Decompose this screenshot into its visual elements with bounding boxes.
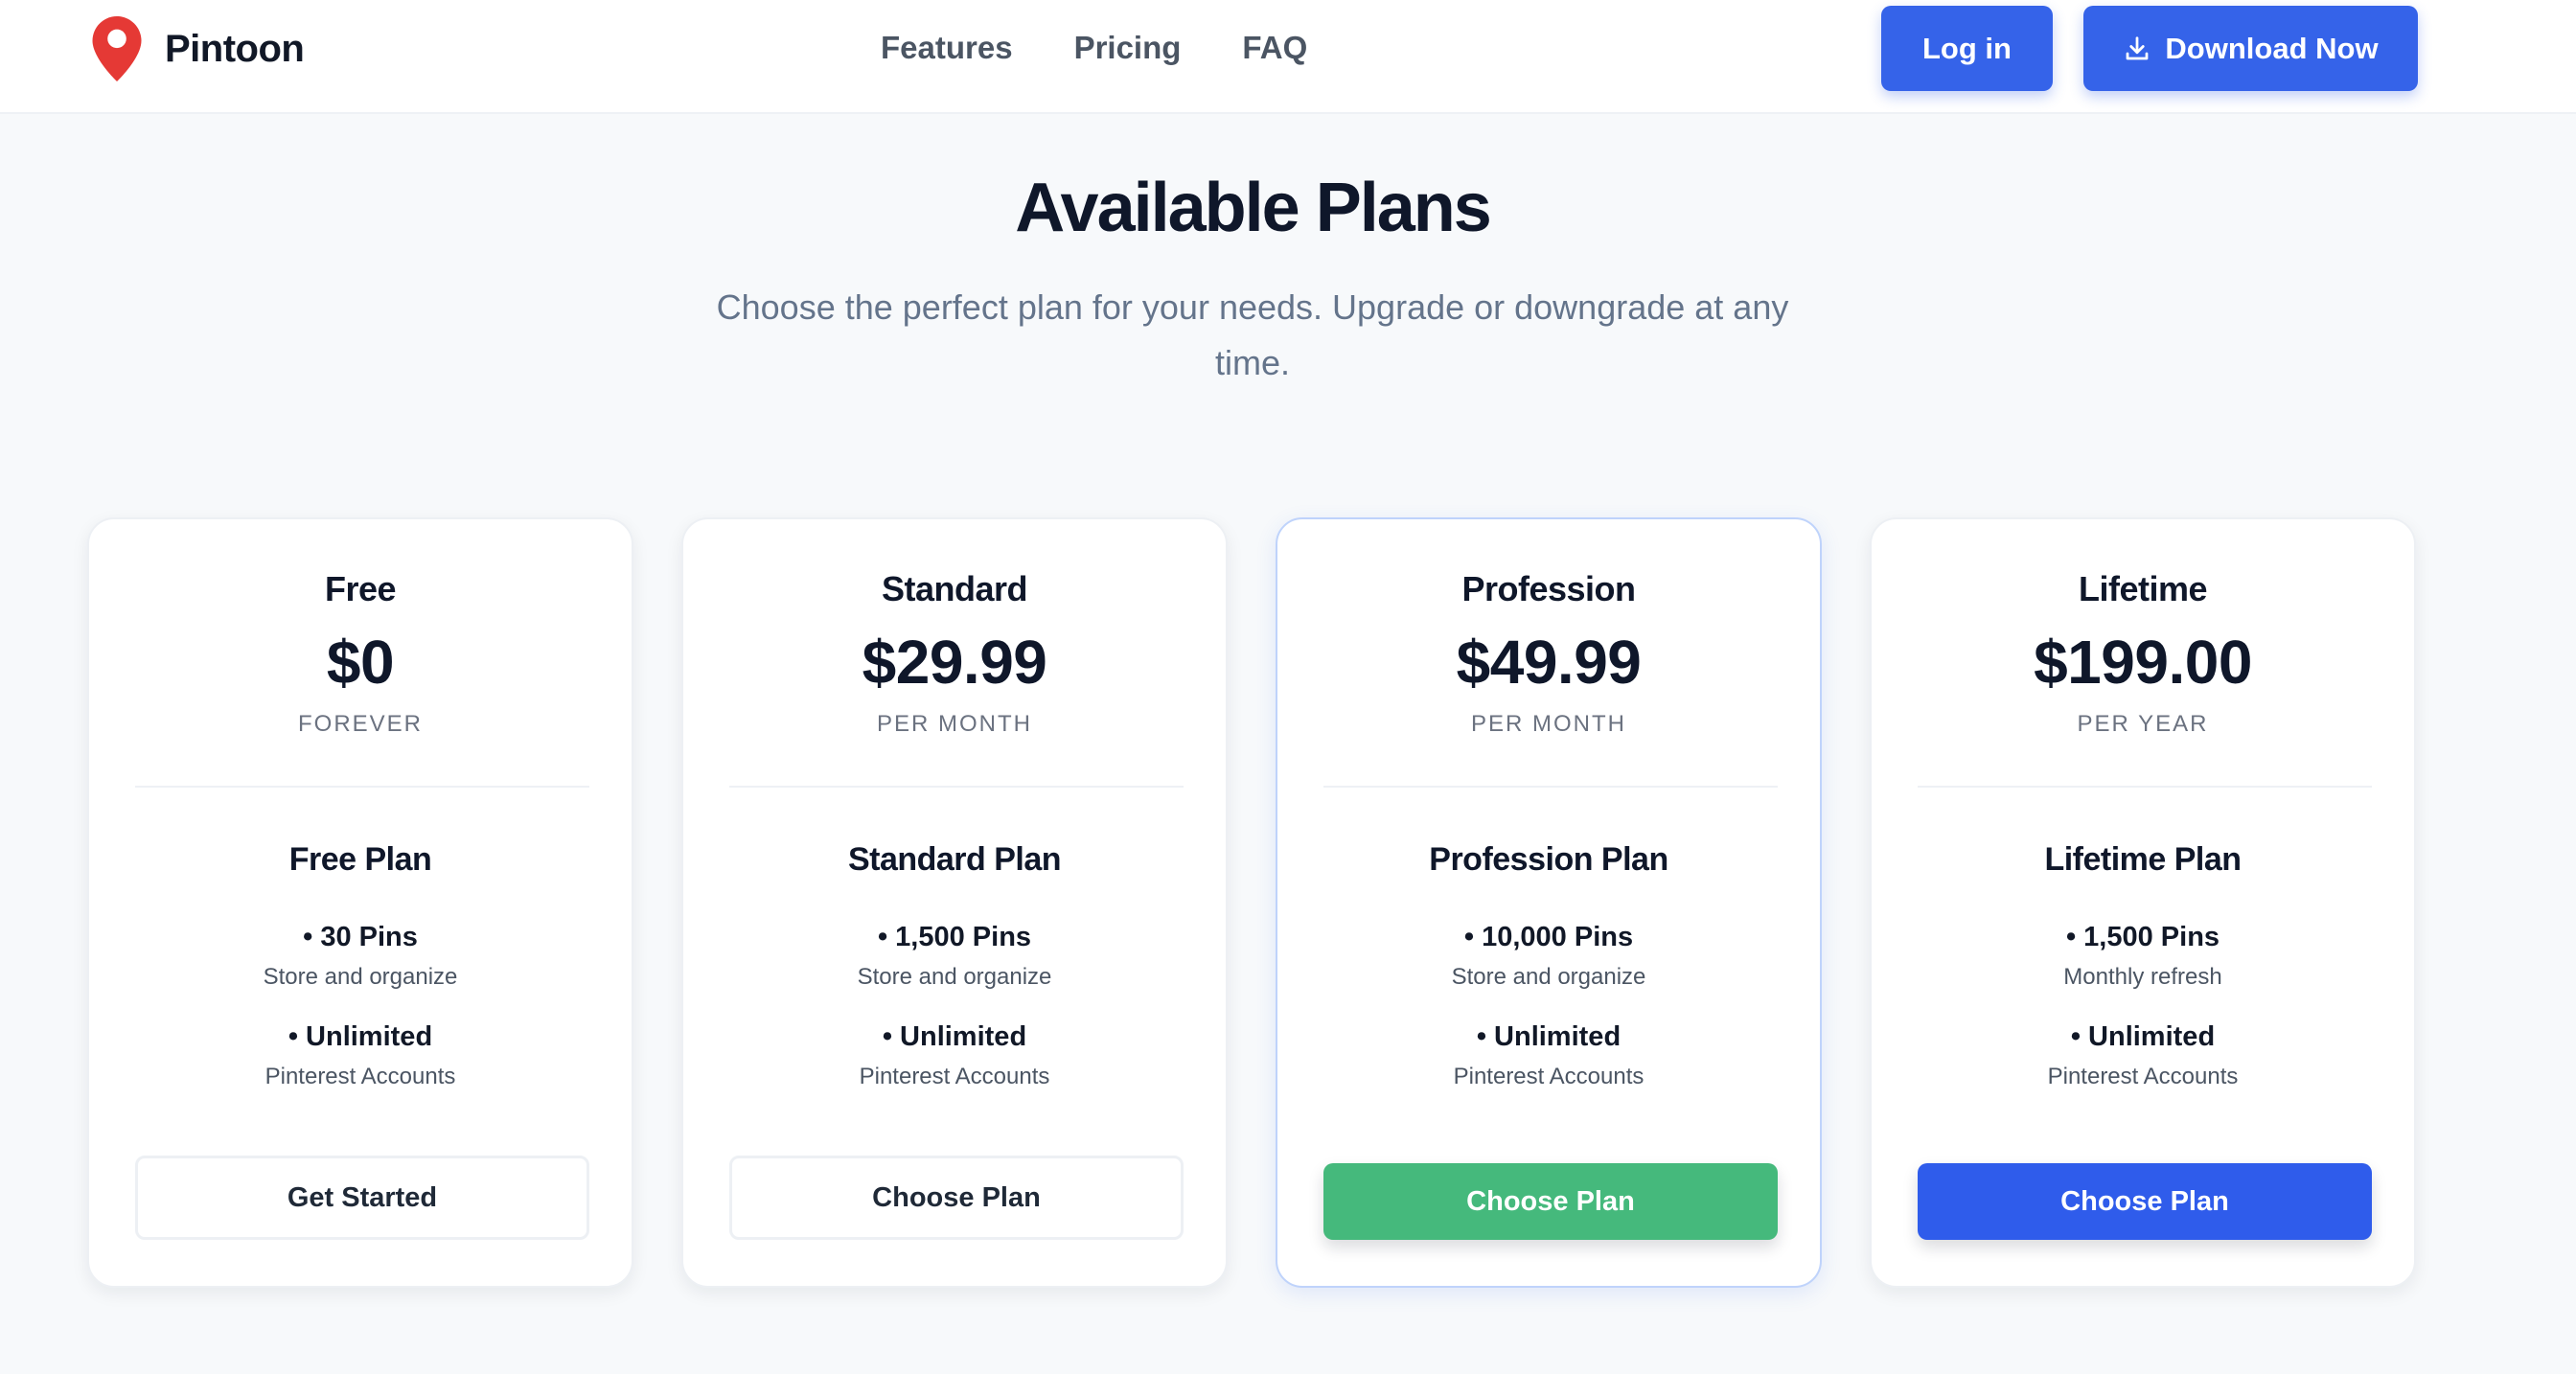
plan-period: FOREVER <box>297 711 423 737</box>
feature-title: • 30 Pins <box>303 922 418 952</box>
plan-card-lifetime: Lifetime $199.00 PER YEAR Lifetime Plan … <box>1870 517 2416 1288</box>
page-title: Available Plans <box>1015 170 1492 246</box>
page-subtitle: Choose the perfect plan for your needs. … <box>716 287 1789 382</box>
divider <box>729 786 1184 788</box>
feature-description: Monthly refresh <box>2063 964 2222 990</box>
feature-title: • Unlimited <box>2070 1021 2216 1052</box>
choose-plan-button-lifetime[interactable]: Choose Plan <box>1918 1163 2372 1240</box>
feature-title: • 10,000 Pins <box>1463 922 1634 952</box>
plan-title: Lifetime Plan <box>2044 841 2242 878</box>
nav-features[interactable]: Features <box>881 30 1013 66</box>
download-button[interactable]: Download Now <box>2083 6 2418 91</box>
plan-price: $49.99 <box>1456 628 1642 697</box>
divider <box>1323 786 1778 788</box>
login-button[interactable]: Log in <box>1881 6 2053 91</box>
feature-title: • 1,500 Pins <box>877 922 1032 952</box>
divider <box>135 786 589 788</box>
feature-description: Pinterest Accounts <box>859 1064 1050 1089</box>
feature-title: • 1,500 Pins <box>2065 922 2220 952</box>
plan-title: Free Plan <box>288 841 432 878</box>
plan-card-standard: Standard $29.99 PER MONTH Standard Plan … <box>681 517 1228 1288</box>
get-started-button[interactable]: Get Started <box>135 1156 589 1240</box>
brand-name: Pintoon <box>165 27 305 70</box>
plan-name: Lifetime <box>2078 569 2208 608</box>
choose-plan-button-profession[interactable]: Choose Plan <box>1323 1163 1778 1240</box>
feature-title: • Unlimited <box>288 1021 433 1052</box>
plan-price: $0 <box>326 628 395 697</box>
plan-card-free: Free $0 FOREVER Free Plan • 30 Pins Stor… <box>87 517 633 1288</box>
plan-name: Standard <box>881 569 1028 608</box>
plan-name: Profession <box>1461 569 1636 608</box>
feature-description: Store and organize <box>1451 964 1646 990</box>
feature-description: Store and organize <box>263 964 458 990</box>
nav-faq[interactable]: FAQ <box>1242 30 1307 66</box>
feature-description: Pinterest Accounts <box>264 1064 456 1089</box>
top-navbar: Pintoon Features Pricing FAQ Log in Down… <box>0 0 2576 114</box>
plan-name: Free <box>324 569 397 608</box>
plan-period: PER YEAR <box>2077 711 2209 737</box>
divider <box>1918 786 2372 788</box>
download-icon <box>2127 35 2149 59</box>
brand[interactable]: Pintoon <box>92 16 305 81</box>
nav-pricing[interactable]: Pricing <box>1074 30 1182 66</box>
download-button-label: Download Now <box>2165 31 2379 65</box>
plan-price: $199.00 <box>2034 628 2252 697</box>
plan-period: PER MONTH <box>1471 711 1626 737</box>
feature-title: • Unlimited <box>882 1021 1027 1052</box>
plan-period: PER MONTH <box>877 711 1032 737</box>
feature-description: Pinterest Accounts <box>2047 1064 2239 1089</box>
feature-description: Store and organize <box>857 964 1052 990</box>
main-nav: Features Pricing FAQ <box>881 25 1307 71</box>
map-pin-icon <box>92 16 142 81</box>
plan-card-profession: Profession $49.99 PER MONTH Profession P… <box>1276 517 1822 1288</box>
plan-price: $29.99 <box>862 628 1047 697</box>
feature-description: Pinterest Accounts <box>1453 1064 1644 1089</box>
plan-title: Standard Plan <box>847 841 1062 878</box>
plan-title: Profession Plan <box>1429 841 1668 878</box>
choose-plan-button-standard[interactable]: Choose Plan <box>729 1156 1184 1240</box>
feature-title: • Unlimited <box>1476 1021 1622 1052</box>
